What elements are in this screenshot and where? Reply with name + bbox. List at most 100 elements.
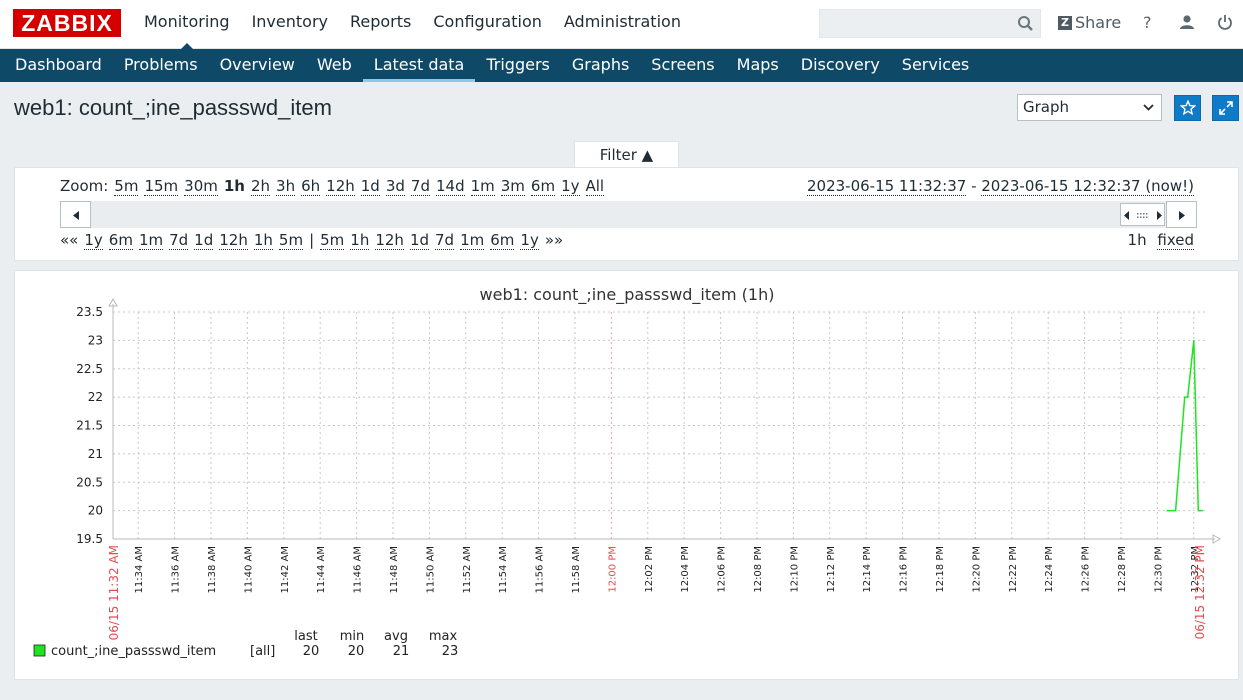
x-tick-label: 11:42 AM <box>280 546 291 593</box>
scroll-right-button[interactable] <box>1166 201 1197 228</box>
nav-back-max[interactable]: «« <box>60 231 78 250</box>
nav-back-12h[interactable]: 12h <box>219 231 248 250</box>
legend-header: max <box>429 629 458 644</box>
x-tick-label: 11:50 AM <box>425 546 436 593</box>
x-tick-label: 12:06 PM <box>717 546 728 593</box>
legend-function: [all] <box>250 644 275 659</box>
user-profile-icon[interactable] <box>1179 14 1195 34</box>
y-tick-label: 20.5 <box>76 475 103 489</box>
search-input[interactable] <box>819 9 1041 38</box>
timeline-handle[interactable] <box>1120 203 1165 226</box>
zoom-6m[interactable]: 6m <box>530 177 556 196</box>
zoom-15m[interactable]: 15m <box>144 177 179 196</box>
nav-back-7d[interactable]: 7d <box>169 231 189 250</box>
zoom-7d[interactable]: 7d <box>410 177 430 196</box>
timeline-scrollbar[interactable] <box>60 201 1197 228</box>
nav-fwd-1m[interactable]: 1m <box>460 231 485 250</box>
legend-last: 20 <box>303 644 320 659</box>
zoom-all[interactable]: All <box>585 177 605 196</box>
x-tick-label: 11:52 AM <box>462 546 473 593</box>
nav-fwd-1d[interactable]: 1d <box>409 231 430 250</box>
x-tick-label: 11:56 AM <box>535 546 546 593</box>
zoom-row: Zoom: 5m 15m 30m 1h 2h 3h 6h 12h 1d 3d 7… <box>60 177 610 196</box>
zoom-14d[interactable]: 14d <box>436 177 465 196</box>
share-button[interactable]: Z Share <box>1058 13 1121 32</box>
subnav-discovery[interactable]: Discovery <box>790 49 891 82</box>
subnav-screens[interactable]: Screens <box>640 49 725 82</box>
view-select[interactable]: Graph <box>1017 94 1162 121</box>
page-title: web1: count_;ine_passswd_item <box>14 95 332 120</box>
x-tick-label: 11:54 AM <box>498 546 509 593</box>
nav-inventory[interactable]: Inventory <box>241 0 339 49</box>
y-tick-label: 23 <box>88 333 103 347</box>
nav-fwd-max[interactable]: »» <box>545 231 563 250</box>
zoom-2h[interactable]: 2h <box>250 177 271 196</box>
nav-administration[interactable]: Administration <box>553 0 692 49</box>
x-end-label: 06/15 12:32 PM <box>1193 545 1207 639</box>
subnav-dashboard[interactable]: Dashboard <box>0 49 113 82</box>
subnav-triggers[interactable]: Triggers <box>475 49 561 82</box>
zabbix-logo[interactable]: ZABBIX <box>13 9 121 37</box>
top-bar: ZABBIX Monitoring Inventory Reports Conf… <box>0 0 1243 49</box>
date-from[interactable]: 2023-06-15 11:32:37 <box>806 177 967 196</box>
nav-back-1m[interactable]: 1m <box>138 231 164 250</box>
x-tick-label: 12:26 PM <box>1081 546 1092 593</box>
nav-fwd-7d[interactable]: 7d <box>435 231 455 250</box>
y-tick-label: 21 <box>88 447 103 461</box>
zoom-5m[interactable]: 5m <box>114 177 139 196</box>
zoom-30m[interactable]: 30m <box>184 177 218 196</box>
y-tick-label: 19.5 <box>76 532 103 546</box>
add-to-favorites-button[interactable] <box>1174 95 1201 121</box>
zoom-3d[interactable]: 3d <box>385 177 405 196</box>
fullscreen-button[interactable] <box>1212 95 1239 121</box>
graph-chart[interactable]: web1: count_;ine_passswd_item (1h) 19.5 20… <box>15 271 1240 681</box>
subnav-overview[interactable]: Overview <box>209 49 306 82</box>
nav-fwd-6m[interactable]: 6m <box>490 231 515 250</box>
nav-configuration[interactable]: Configuration <box>422 0 553 49</box>
nav-back-5m[interactable]: 5m <box>278 231 304 250</box>
zoom-6h[interactable]: 6h <box>301 177 321 196</box>
nav-back-1d[interactable]: 1d <box>194 231 214 250</box>
y-tick-label: 20 <box>88 504 103 518</box>
x-tick-label: 11:46 AM <box>353 546 364 593</box>
zoom-12h[interactable]: 12h <box>326 177 355 196</box>
nav-back-6m[interactable]: 6m <box>108 231 133 250</box>
subnav-web[interactable]: Web <box>306 49 363 82</box>
nav-back-1h[interactable]: 1h <box>253 231 273 250</box>
x-tick-label: 11:36 AM <box>171 546 182 593</box>
nav-fwd-5m[interactable]: 5m <box>320 231 345 250</box>
scroll-left-button[interactable] <box>60 201 91 228</box>
zoom-3m[interactable]: 3m <box>500 177 525 196</box>
zoom-1m[interactable]: 1m <box>470 177 495 196</box>
subnav-latest-data[interactable]: Latest data <box>362 49 476 82</box>
nav-monitoring[interactable]: Monitoring <box>133 0 241 49</box>
zoom-1h[interactable]: 1h <box>224 177 245 196</box>
nav-back-1y[interactable]: 1y <box>84 231 103 250</box>
zoom-3h[interactable]: 3h <box>276 177 296 196</box>
subnav-problems[interactable]: Problems <box>113 49 209 82</box>
subnav-graphs[interactable]: Graphs <box>561 49 640 82</box>
nav-reports[interactable]: Reports <box>339 0 422 49</box>
view-select-value: Graph <box>1023 98 1070 116</box>
legend-header: avg <box>384 629 408 644</box>
nav-fwd-12h[interactable]: 12h <box>375 231 404 250</box>
search-icon[interactable] <box>1017 15 1034 36</box>
legend-header: min <box>340 629 365 644</box>
date-to[interactable]: 2023-06-15 12:32:37 (now!) <box>981 177 1194 196</box>
nav-fwd-1h[interactable]: 1h <box>350 231 370 250</box>
sign-out-icon[interactable] <box>1217 14 1233 34</box>
nav-fwd-1y[interactable]: 1y <box>520 231 539 250</box>
period-mode-toggle[interactable]: fixed <box>1157 231 1194 250</box>
help-icon[interactable]: ? <box>1143 13 1152 32</box>
graph-title: web1: count_;ine_passswd_item (1h) <box>480 285 775 305</box>
subnav-services[interactable]: Services <box>891 49 980 82</box>
legend-avg: 21 <box>393 644 410 659</box>
filter-tab[interactable]: Filter ▲ <box>574 141 679 169</box>
x-tick-label: 12:16 PM <box>899 546 910 593</box>
star-icon <box>1180 100 1196 116</box>
x-tick-label: 12:22 PM <box>1008 546 1019 593</box>
zoom-1d[interactable]: 1d <box>360 177 380 196</box>
subnav-maps[interactable]: Maps <box>726 49 790 82</box>
legend-max: 23 <box>442 644 459 659</box>
zoom-1y[interactable]: 1y <box>561 177 580 196</box>
